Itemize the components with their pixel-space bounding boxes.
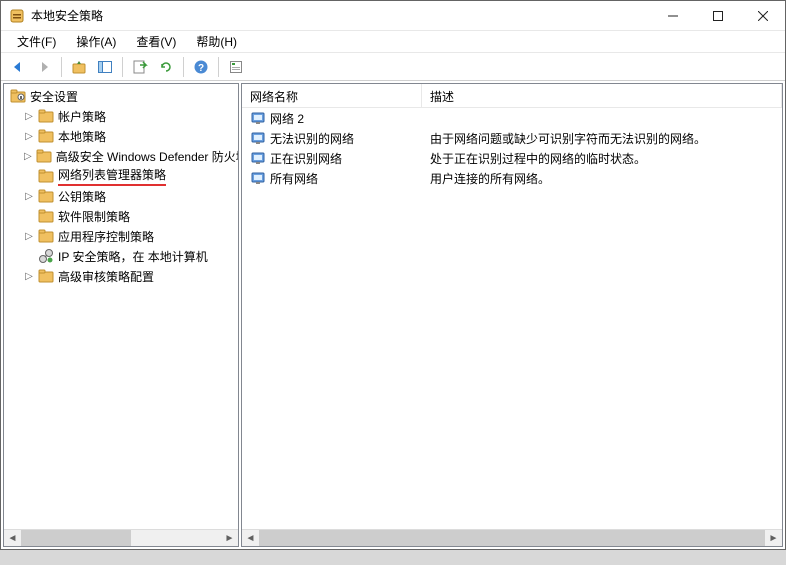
tree-item-label: 网络列表管理器策略 [58,166,166,186]
scroll-left-icon[interactable]: ◄ [4,530,21,547]
network-name: 网络 2 [270,110,304,127]
close-button[interactable] [740,1,785,30]
separator [122,57,123,77]
list-panel: 网络名称 描述 网络 2 无法识别的网络 由于网络问题或缺少可识别字符而无法识别的网… [241,83,783,547]
tree-item-label: 软件限制策略 [58,208,130,225]
scrollbar-thumb[interactable] [21,530,131,547]
tree-item[interactable]: ▷ 本地策略 [4,126,238,146]
app-icon [9,8,25,24]
list-row[interactable]: 网络 2 [242,108,782,128]
tree-item-label: 高级安全 Windows Defender 防火墙 [56,148,238,165]
tree-item-label: IP 安全策略，在 本地计算机 [58,248,208,265]
network-icon [250,110,266,126]
tree-item[interactable]: ▷ 公钥策略 [4,186,238,206]
scrollbar-thumb[interactable] [259,530,765,547]
expand-icon[interactable]: ▷ [24,191,34,201]
network-icon [250,130,266,146]
show-hide-tree-button[interactable] [94,56,116,78]
folder-icon [38,128,54,144]
network-desc [422,116,782,120]
expand-icon[interactable]: ▷ [24,131,34,141]
tree-item-label: 帐户策略 [58,108,106,125]
window-title: 本地安全策略 [31,7,650,24]
menubar: 文件(F) 操作(A) 查看(V) 帮助(H) [1,31,785,53]
back-button[interactable] [7,56,29,78]
titlebar[interactable]: 本地安全策略 [1,1,785,31]
minimize-button[interactable] [650,1,695,30]
tree-item[interactable]: ▷ 高级审核策略配置 [4,266,238,286]
no-expand [24,251,34,261]
tree-item-label: 应用程序控制策略 [58,228,154,245]
separator [61,57,62,77]
network-icon [250,150,266,166]
network-name: 所有网络 [270,170,318,187]
tree-item[interactable]: IP 安全策略，在 本地计算机 [4,246,238,266]
menu-action[interactable]: 操作(A) [66,30,126,53]
folder-icon [36,148,52,164]
list-row[interactable]: 所有网络 用户连接的所有网络。 [242,168,782,188]
export-button[interactable] [129,56,151,78]
tree[interactable]: 安全设置 ▷ 帐户策略 ▷ 本地策略 ▷ 高级安全 Windows Defender 防火… [4,84,238,529]
tree-root[interactable]: 安全设置 [4,86,238,106]
forward-button[interactable] [33,56,55,78]
tree-panel: 安全设置 ▷ 帐户策略 ▷ 本地策略 ▷ 高级安全 Windows Defender 防火… [3,83,239,547]
ip-policy-icon [38,248,54,264]
folder-icon [38,208,54,224]
toolbar: ? [1,53,785,81]
tree-scrollbar[interactable]: ◄ ► [4,529,238,546]
column-description[interactable]: 描述 [422,84,782,107]
list-row[interactable]: 正在识别网络 处于正在识别过程中的网络的临时状态。 [242,148,782,168]
expand-icon[interactable]: ▷ [24,111,34,121]
tree-item[interactable]: ▷ 高级安全 Windows Defender 防火墙 [4,146,238,166]
tree-item-label: 公钥策略 [58,188,106,205]
svg-text:?: ? [198,63,204,74]
content-area: 安全设置 ▷ 帐户策略 ▷ 本地策略 ▷ 高级安全 Windows Defender 防火… [1,81,785,549]
menu-view[interactable]: 查看(V) [126,30,186,53]
tree-item[interactable]: ▷ 应用程序控制策略 [4,226,238,246]
list-scrollbar[interactable]: ◄ ► [242,529,782,546]
folder-icon [38,268,54,284]
expand-icon[interactable]: ▷ [24,231,34,241]
network-name: 无法识别的网络 [270,130,354,147]
folder-icon [38,188,54,204]
folder-icon [38,108,54,124]
network-desc: 由于网络问题或缺少可识别字符而无法识别的网络。 [422,128,782,149]
scroll-left-icon[interactable]: ◄ [242,530,259,547]
tree-item-label: 本地策略 [58,128,106,145]
tree-item[interactable]: 软件限制策略 [4,206,238,226]
maximize-button[interactable] [695,1,740,30]
network-desc: 处于正在识别过程中的网络的临时状态。 [422,148,782,169]
separator [183,57,184,77]
help-button[interactable]: ? [190,56,212,78]
tree-root-label: 安全设置 [30,88,78,105]
menu-help[interactable]: 帮助(H) [186,30,247,53]
network-icon [250,170,266,186]
network-name: 正在识别网络 [270,150,342,167]
column-network-name[interactable]: 网络名称 [242,84,422,107]
list-row[interactable]: 无法识别的网络 由于网络问题或缺少可识别字符而无法识别的网络。 [242,128,782,148]
security-settings-icon [10,88,26,104]
tree-item[interactable]: ▷ 帐户策略 [4,106,238,126]
scroll-right-icon[interactable]: ► [765,530,782,547]
network-desc: 用户连接的所有网络。 [422,168,782,189]
expand-icon[interactable]: ▷ [24,151,32,161]
properties-button[interactable] [225,56,247,78]
expand-icon[interactable]: ▷ [24,271,34,281]
folder-icon [38,168,54,184]
scroll-right-icon[interactable]: ► [221,530,238,547]
separator [218,57,219,77]
refresh-button[interactable] [155,56,177,78]
tree-item[interactable]: 网络列表管理器策略 [4,166,238,186]
folder-icon [38,228,54,244]
main-window: 本地安全策略 文件(F) 操作(A) 查看(V) 帮助(H) [0,0,786,550]
list-header: 网络名称 描述 [242,84,782,108]
no-expand [24,171,34,181]
up-button[interactable] [68,56,90,78]
tree-item-label: 高级审核策略配置 [58,268,154,285]
menu-file[interactable]: 文件(F) [7,30,66,53]
no-expand [24,211,34,221]
list-body[interactable]: 网络 2无法识别的网络由于网络问题或缺少可识别字符而无法识别的网络。正在识别网络… [242,108,782,529]
